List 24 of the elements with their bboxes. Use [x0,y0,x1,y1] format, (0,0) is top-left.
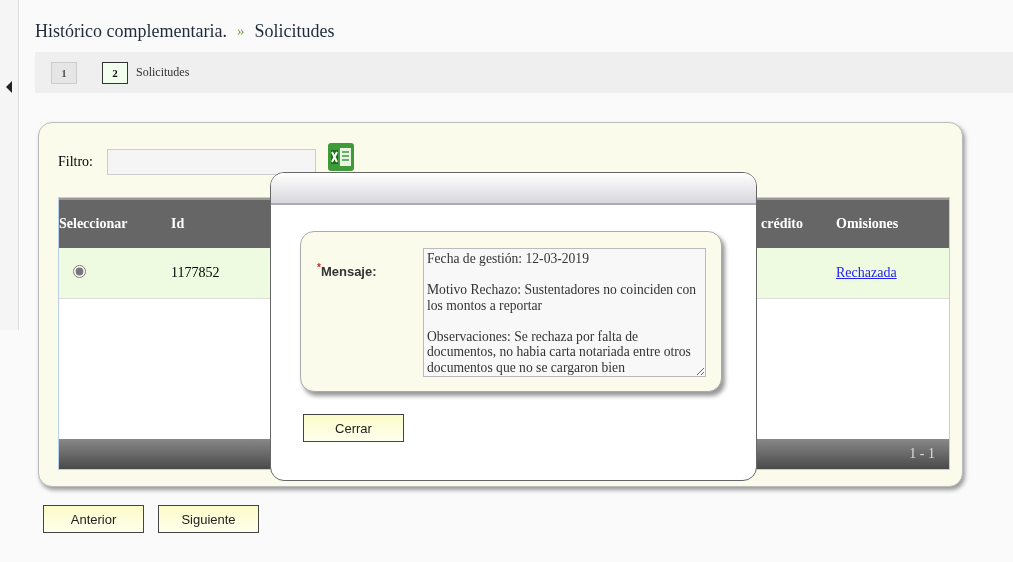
column-header: crédito [761,216,804,232]
breadcrumb-separator: » [236,22,245,40]
step-number[interactable]: 1 [51,61,77,84]
nav-button[interactable]: Siguiente [158,505,259,533]
breadcrumb-item: Solicitudes [254,20,335,42]
collapse-arrow-icon[interactable] [6,81,12,93]
nav-button[interactable]: Anterior [43,505,144,533]
column-header: Seleccionar [59,216,129,232]
table-cell: 1177852 [171,265,220,280]
spreadsheet-icon[interactable] [326,142,356,172]
step-number[interactable]: 2 [102,61,128,84]
breadcrumb-item[interactable]: Histórico complementaria. [35,20,227,42]
pager-text: 1 - 1 [909,446,935,462]
filter-label: Filtro: [58,154,93,170]
message-label: Mensaje: [320,264,377,280]
message-field[interactable]: Fecha de gestión: 12-03-2019 Motivo Rechazo: Sustentadores no coinciden con los montos a reportar Observaciones: Se rechaza por falta de documentos, no habia carta notariada entre otros documentos que no se cargaron bien [423,248,706,377]
omisiones-link[interactable]: Rechazada [836,265,897,280]
column-header: Id [171,216,186,232]
close-button[interactable]: Cerrar [303,414,404,442]
column-header: Omisiones [836,216,900,232]
row-radio[interactable] [73,264,86,278]
filter-field[interactable] [107,149,316,175]
required-mark: * [317,262,321,273]
step-label: Solicitudes [136,65,190,80]
